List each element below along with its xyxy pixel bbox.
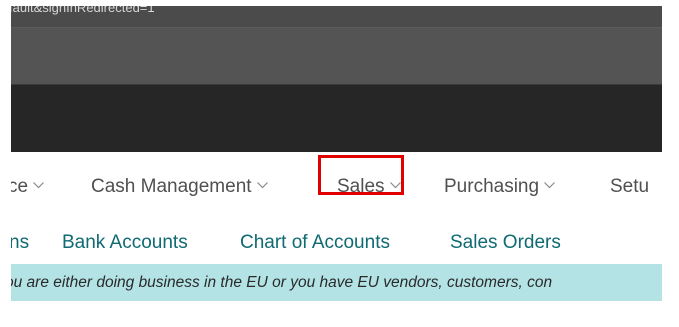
link-chart-of-accounts[interactable]: Chart of Accounts — [240, 230, 390, 256]
menu-item-setup[interactable]: Setu — [610, 173, 649, 201]
browser-toolbar — [11, 28, 662, 85]
menu-item-label: Setu — [610, 176, 650, 197]
menu-item-sales[interactable]: Sales — [337, 173, 402, 201]
address-bar[interactable]: fault&signInRedirected=1 — [11, 6, 662, 28]
menu-item-cash-management[interactable]: Cash Management — [91, 173, 269, 201]
menu-row: ce Cash Management Sales Purchasing Setu — [11, 173, 662, 201]
menu-item-purchasing[interactable]: Purchasing — [444, 173, 556, 201]
menu-item-finance[interactable]: ce — [11, 173, 45, 201]
chevron-down-icon — [32, 178, 45, 191]
chevron-down-icon — [389, 178, 402, 191]
menu-item-label: Purchasing — [444, 176, 540, 197]
link-sales-orders[interactable]: Sales Orders — [450, 230, 561, 256]
chevron-down-icon — [543, 178, 556, 191]
quick-links-row: ns Bank Accounts Chart of Accounts Sales… — [11, 230, 662, 256]
app-header — [11, 85, 662, 152]
menu-item-label: Sales — [337, 176, 385, 197]
notification-text: ou are either doing business in the EU o… — [11, 274, 553, 291]
link-bank-accounts[interactable]: Bank Accounts — [62, 230, 188, 256]
menu-item-label: Cash Management — [91, 176, 252, 197]
navigation-bar: ce Cash Management Sales Purchasing Setu… — [11, 152, 662, 253]
menu-item-label: ce — [11, 176, 29, 197]
chevron-down-icon — [256, 178, 269, 191]
link-partial[interactable]: ns — [11, 230, 29, 256]
address-bar-text: fault&signInRedirected=1 — [11, 6, 155, 15]
browser-window: fault&signInRedirected=1 ce Cash Managem… — [11, 6, 662, 320]
notification-banner: ou are either doing business in the EU o… — [11, 264, 662, 301]
